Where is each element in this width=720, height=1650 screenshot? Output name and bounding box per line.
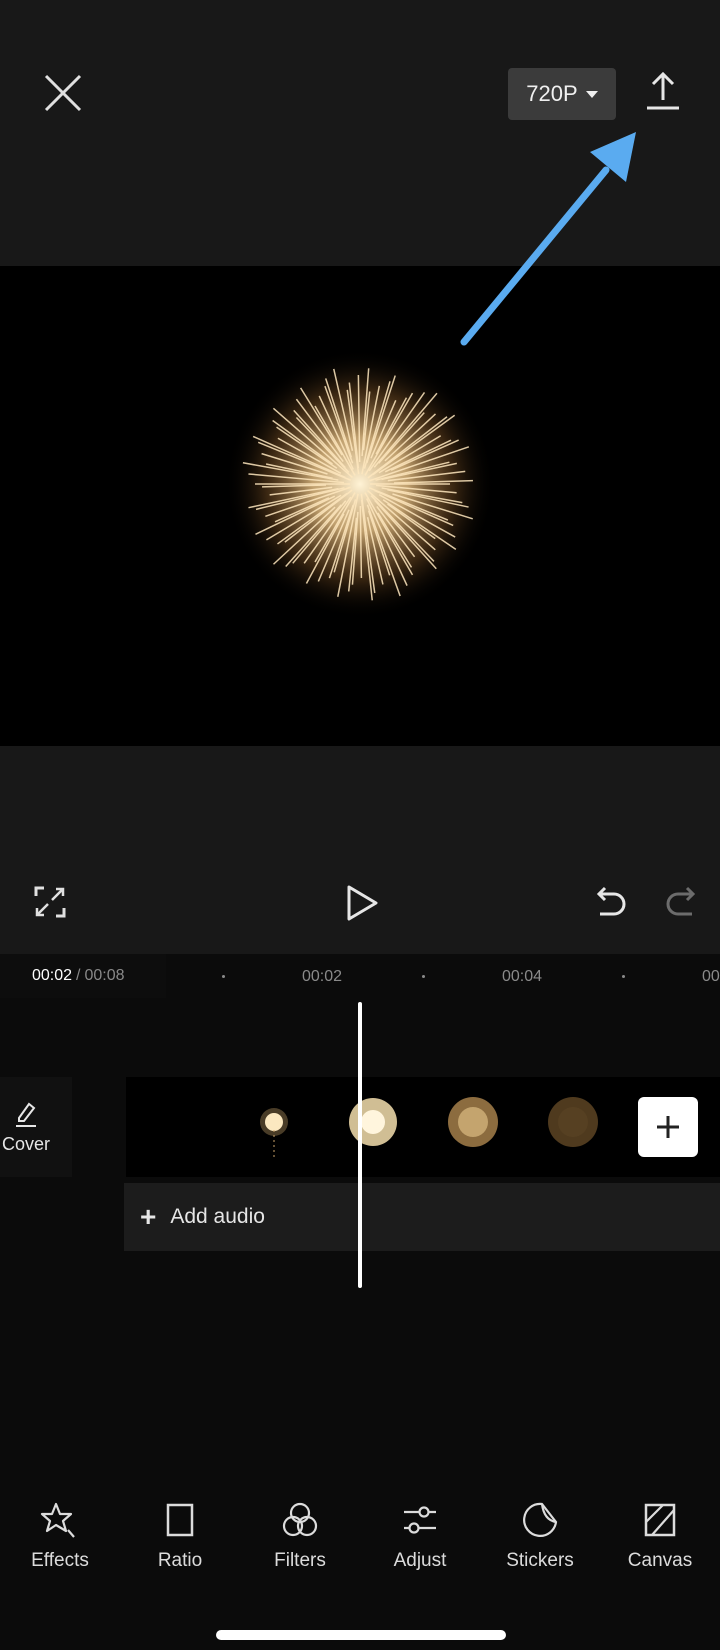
tool-ratio[interactable]: Ratio <box>120 1500 240 1590</box>
time-separator: / <box>76 967 81 984</box>
firework-image <box>225 349 495 619</box>
tool-label: Effects <box>31 1550 89 1571</box>
redo-icon[interactable] <box>664 884 698 920</box>
tool-effects[interactable]: Effects <box>0 1500 120 1590</box>
play-icon[interactable] <box>344 884 380 922</box>
add-audio-button[interactable]: + Add audio <box>124 1183 720 1251</box>
tool-label: Stickers <box>506 1550 574 1571</box>
close-icon[interactable] <box>40 70 86 116</box>
video-track[interactable] <box>126 1077 720 1177</box>
timecode: 00:02 / 00:08 <box>0 954 166 998</box>
chevron-down-icon <box>585 90 598 98</box>
total-time: 00:08 <box>84 967 125 984</box>
ruler-dot <box>222 975 225 978</box>
playhead[interactable] <box>358 1002 362 1288</box>
canvas-hatched-icon <box>644 1503 676 1537</box>
undo-icon[interactable] <box>594 884 628 920</box>
ratio-rectangle-icon <box>166 1503 194 1537</box>
ruler-dot <box>422 975 425 978</box>
video-preview[interactable] <box>0 266 720 746</box>
top-bar: 720P <box>0 0 720 266</box>
tool-label: Filters <box>274 1550 326 1571</box>
ruler-tick: 00:04 <box>502 968 543 985</box>
plus-icon: + <box>140 1201 157 1232</box>
export-upload-icon[interactable] <box>644 70 682 112</box>
effects-star-wand-icon <box>40 1502 75 1538</box>
clip-thumbnail <box>260 1108 288 1157</box>
tool-canvas[interactable]: Canvas <box>600 1500 720 1590</box>
timeline-ruler[interactable]: 00:02 / 00:08 00:02 00:04 00:06 <box>0 954 720 998</box>
fullscreen-icon[interactable] <box>34 886 66 918</box>
edit-pencil-icon <box>16 1102 36 1127</box>
clip-thumbnail <box>548 1097 598 1147</box>
tool-filters[interactable]: Filters <box>240 1500 360 1590</box>
ruler-dot <box>622 975 625 978</box>
sticker-icon <box>523 1502 558 1537</box>
cover-button[interactable]: Cover <box>0 1077 72 1177</box>
add-clip-button[interactable] <box>638 1097 698 1157</box>
add-audio-label: Add audio <box>170 1205 265 1228</box>
ruler-tick: 00:06 <box>702 968 720 985</box>
tool-label: Adjust <box>393 1550 447 1571</box>
clip-thumbnail <box>448 1097 498 1147</box>
resolution-label: 720P <box>526 81 578 106</box>
tool-adjust[interactable]: Adjust <box>360 1500 480 1590</box>
home-indicator[interactable] <box>216 1630 506 1640</box>
tool-label: Ratio <box>157 1550 203 1571</box>
bottom-toolbar: Effects Ratio Filters Adjust Stickers Ca… <box>0 1500 720 1590</box>
resolution-dropdown[interactable]: 720P <box>508 68 616 120</box>
controls-area <box>0 746 720 954</box>
filters-circles-icon <box>282 1502 318 1537</box>
plus-icon <box>657 1116 679 1138</box>
current-time: 00:02 <box>32 967 73 984</box>
clip-thumbnail <box>349 1098 397 1146</box>
tool-stickers[interactable]: Stickers <box>480 1500 600 1590</box>
tool-label: Canvas <box>627 1550 693 1571</box>
cover-label: Cover <box>1 1133 50 1154</box>
adjust-sliders-icon <box>404 1506 436 1534</box>
ruler-tick: 00:02 <box>302 968 343 985</box>
